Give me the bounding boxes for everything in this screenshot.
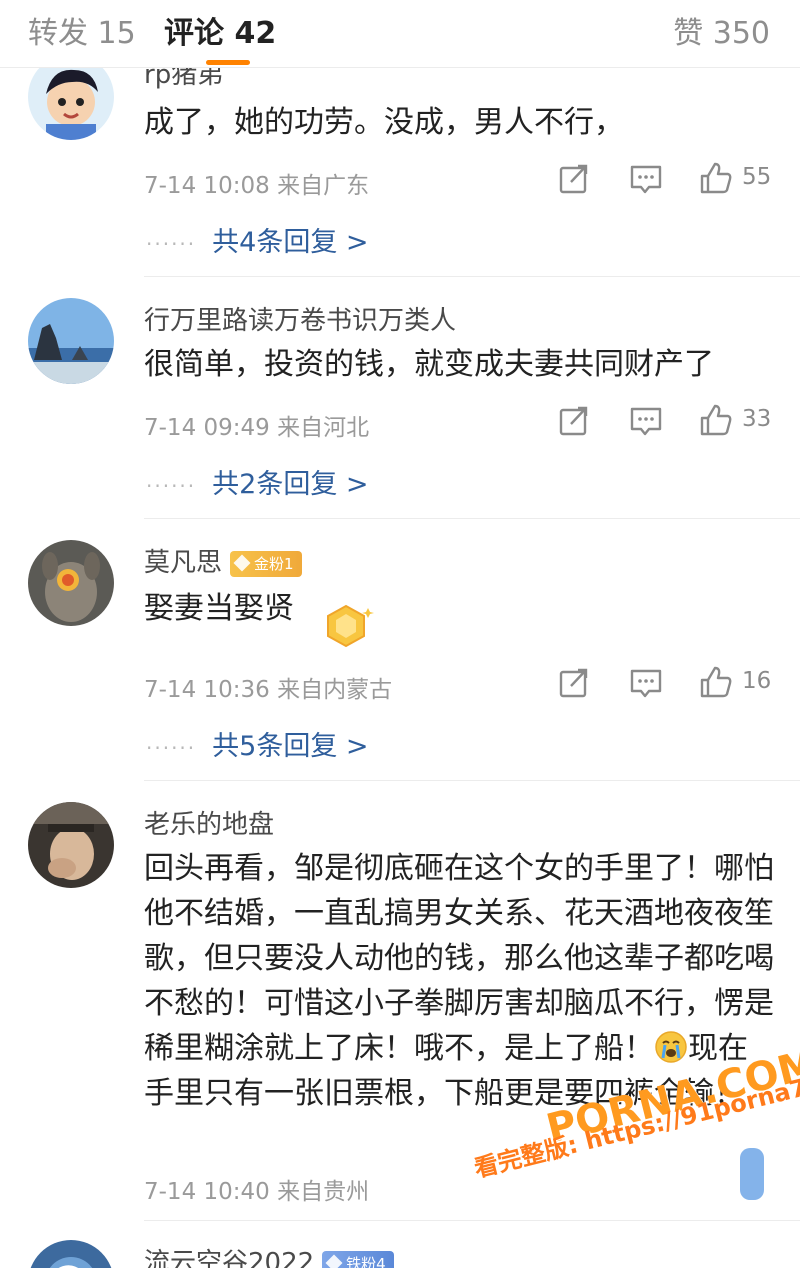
fan-badge[interactable]: 铁粉4: [322, 1250, 394, 1268]
replies-label: 共2条回复 >: [212, 469, 369, 500]
comment-meta: 7-14 10:36 来自内蒙古: [144, 677, 393, 703]
animal-avatar[interactable]: [28, 540, 114, 626]
watermark-blue-mark: [740, 1148, 764, 1200]
divider: [144, 276, 800, 277]
divider: [144, 1220, 800, 1221]
username-text: 流云空谷2022: [144, 1248, 315, 1268]
comment-meta: 7-14 10:40 来自贵州: [144, 1179, 370, 1205]
tab-forward[interactable]: 转发 15: [28, 8, 136, 52]
gold-gem-sticker-icon: [318, 600, 374, 652]
replies-label: 共4条回复 >: [212, 227, 369, 258]
tab-likes[interactable]: 赞 350: [673, 8, 770, 52]
fan-badge[interactable]: 金粉1: [230, 550, 302, 577]
reply-dots: ······: [146, 474, 197, 498]
comment-text: 成了，她的功劳。没成，男人不行，: [144, 105, 624, 140]
fan-badge-label: 金粉1: [254, 554, 294, 573]
comment-icon[interactable]: [628, 160, 664, 200]
comment-username[interactable]: 老乐的地盘: [144, 804, 274, 841]
face-photo-avatar[interactable]: [28, 802, 114, 888]
like-count: 33: [742, 406, 772, 432]
gem-icon: [233, 554, 251, 571]
comment-actions: 16: [556, 664, 776, 704]
comment-username[interactable]: 行万里路读万卷书识万类人: [144, 300, 456, 337]
comment-text: 很简单，投资的钱，就变成夫妻共同财产了: [144, 347, 714, 382]
comment-icon[interactable]: [628, 664, 664, 704]
thumbs-up-icon[interactable]: [698, 664, 734, 704]
globe-avatar[interactable]: [28, 1240, 114, 1268]
comment-meta: 7-14 09:49 来自河北: [144, 415, 370, 441]
share-icon[interactable]: [556, 664, 592, 704]
like-count: 55: [742, 164, 772, 190]
gem-icon: [325, 1254, 343, 1268]
comment-actions: 33: [556, 402, 776, 442]
replies-label: 共5条回复 >: [212, 731, 369, 762]
tab-active-indicator: [206, 60, 250, 65]
thumbs-up-icon[interactable]: [698, 402, 734, 442]
replies-link[interactable]: ······ 共5条回复 >: [146, 724, 369, 763]
thumbs-up-icon[interactable]: [698, 160, 734, 200]
comment-text: 娶妻当娶贤: [144, 591, 294, 626]
comment-meta: 7-14 10:08 来自广东: [144, 173, 370, 199]
replies-link[interactable]: ······ 共2条回复 >: [146, 462, 369, 501]
divider: [144, 518, 800, 519]
share-icon[interactable]: [556, 402, 592, 442]
share-icon[interactable]: [556, 160, 592, 200]
divider: [144, 780, 800, 781]
comment-username[interactable]: 流云空谷2022 铁粉4: [144, 1242, 394, 1268]
crying-face-icon: [654, 1030, 688, 1064]
comment-username[interactable]: 莫凡思 金粉1: [144, 542, 302, 579]
comment-actions: 55: [556, 160, 776, 200]
like-count: 16: [742, 668, 772, 694]
seascape-avatar[interactable]: [28, 298, 114, 384]
reply-dots: ······: [146, 232, 197, 256]
comment-icon[interactable]: [628, 402, 664, 442]
fan-badge-label: 铁粉4: [346, 1254, 386, 1268]
replies-link[interactable]: ······ 共4条回复 >: [146, 220, 369, 259]
username-text: 莫凡思: [144, 548, 223, 578]
tab-bar: 转发 15 评论 42 赞 350: [0, 0, 800, 68]
reply-dots: ······: [146, 736, 197, 760]
tab-comments[interactable]: 评论 42: [164, 8, 276, 52]
